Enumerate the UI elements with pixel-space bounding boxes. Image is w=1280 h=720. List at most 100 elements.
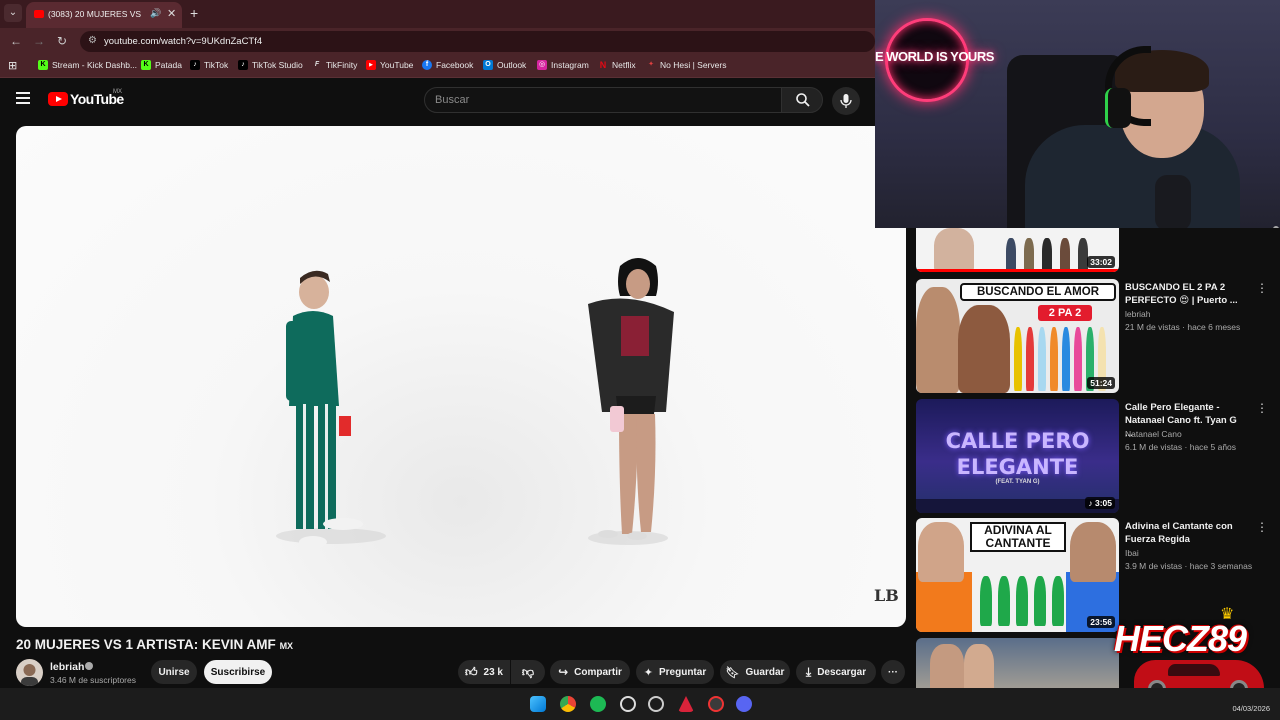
tab-search-chevron-icon[interactable]: ⌄: [4, 4, 22, 22]
video-player[interactable]: LB: [16, 126, 906, 627]
video-thumbnail[interactable]: ADIVINA AL CANTANTE 23:56: [916, 518, 1119, 632]
hamburger-menu-icon[interactable]: [16, 92, 30, 104]
recommendation-channel[interactable]: Ibai: [1125, 548, 1139, 558]
thumbnail-person: [1042, 238, 1052, 272]
title-region-tag: MX: [279, 641, 294, 651]
like-button[interactable]: 👍︎ 23 k: [458, 660, 510, 684]
forward-arrow-icon[interactable]: →: [33, 34, 45, 48]
bookmark-item[interactable]: K Patada: [141, 60, 182, 70]
kick-icon: K: [141, 60, 151, 70]
search-input[interactable]: [424, 87, 782, 113]
thumbnail-person: [934, 228, 974, 272]
more-vertical-icon[interactable]: ⋮: [1256, 281, 1268, 295]
windows-taskbar: 04/03/2026: [0, 688, 1280, 720]
bookmark-item[interactable]: ♪ TikTok Studio: [238, 60, 303, 70]
thumbnail-person: [1050, 327, 1058, 391]
microphone-icon: [840, 94, 852, 108]
discord-icon[interactable]: [736, 696, 752, 712]
more-vertical-icon[interactable]: ⋮: [1256, 520, 1268, 534]
thumbnail-person: [1062, 327, 1070, 391]
channel-watermark-icon[interactable]: LB: [874, 586, 899, 605]
bookmark-item[interactable]: f Facebook: [422, 60, 473, 70]
recommendation-title[interactable]: Adivina el Cantante con Fuerza Regida: [1125, 520, 1247, 546]
recommendation-channel[interactable]: Natanael Cano: [1125, 429, 1182, 439]
youtube-logo-icon[interactable]: [48, 92, 68, 106]
site-info-icon[interactable]: ⚙: [88, 35, 97, 46]
ask-button[interactable]: ✦ Preguntar: [636, 660, 714, 684]
bookmark-item[interactable]: ◎ Instagram: [537, 60, 589, 70]
recommendation-item[interactable]: BUSCANDO EL AMOR 2 PA 2 51:24 BUSCANDO E…: [916, 279, 1276, 393]
steam-icon[interactable]: [620, 696, 636, 712]
bookmark-icon: 🔖︎: [725, 666, 740, 679]
thumbnail-person: [980, 576, 992, 626]
thumbnail-person: [1014, 327, 1022, 391]
recommendation-item[interactable]: 33:02: [916, 228, 1276, 272]
thumbnail-person: [1016, 576, 1028, 626]
bookmark-item[interactable]: O Outlook: [483, 60, 526, 70]
bookmark-item[interactable]: ▶ YouTube: [366, 60, 413, 70]
browser-toolbar: ← → ↻ ⚙ youtube.com/watch?v=9UKdnZaCTf4: [0, 28, 875, 55]
address-bar[interactable]: ⚙ youtube.com/watch?v=9UKdnZaCTf4: [80, 31, 875, 52]
recommendation-item[interactable]: CALLE PERO ELEGANTE (FEAT. TYAN G) ♪ 3:0…: [916, 399, 1276, 513]
bookmark-item[interactable]: F TikFinity: [312, 60, 357, 70]
thumbs-up-icon: 👍︎: [464, 664, 478, 679]
new-tab-button[interactable]: +: [190, 5, 198, 21]
search-button[interactable]: [781, 87, 823, 113]
share-button[interactable]: ↪ Compartir: [550, 660, 630, 684]
bookmark-item[interactable]: ♪ TikTok: [190, 60, 228, 70]
obs-icon[interactable]: [708, 696, 724, 712]
thumbs-down-icon: 👎︎: [521, 664, 535, 679]
thumbnail-caption: BUSCANDO EL AMOR: [960, 283, 1116, 301]
thumbnail-person: [930, 644, 964, 688]
region-code: MX: [113, 89, 122, 95]
outlook-icon: O: [483, 60, 493, 70]
video-duration: 33:02: [1087, 256, 1115, 268]
clock-icon[interactable]: [648, 696, 664, 712]
back-arrow-icon[interactable]: ←: [10, 34, 22, 48]
thumbnail-person: [1026, 327, 1034, 391]
video-duration: 51:24: [1087, 377, 1115, 389]
url-text[interactable]: youtube.com/watch?v=9UKdnZaCTf4: [104, 36, 262, 47]
bookmark-item[interactable]: K Stream - Kick Dashb...: [38, 60, 137, 70]
more-actions-button[interactable]: ···: [881, 660, 905, 684]
bookmark-item[interactable]: ✦ No Hesi | Servers: [646, 60, 726, 70]
bookmark-item[interactable]: N Netflix: [598, 60, 636, 70]
channel-name[interactable]: lebriah: [50, 661, 84, 673]
thumbnail-person: [1024, 238, 1034, 272]
recommendation-channel[interactable]: lebriah: [1125, 309, 1151, 319]
video-thumbnail[interactable]: [916, 638, 1119, 688]
thumbnail-person: [964, 644, 994, 688]
riot-icon[interactable]: [678, 696, 694, 712]
tab-close-icon[interactable]: ✕: [167, 7, 176, 20]
subscribe-button[interactable]: Suscribirse: [204, 660, 272, 684]
browser-tab-active[interactable]: (3083) 20 MUJERES VS 1 AR 🔊 ✕: [26, 2, 182, 28]
save-button[interactable]: 🔖︎ Guardar: [720, 660, 790, 684]
apps-grid-icon[interactable]: ⊞: [8, 59, 17, 72]
thumbnail-person: [918, 522, 964, 582]
dislike-button[interactable]: 👎︎: [511, 660, 545, 684]
video-duration: ♪ 3:05: [1085, 497, 1115, 509]
spotify-icon[interactable]: [590, 696, 606, 712]
tab-audio-icon[interactable]: 🔊: [150, 8, 161, 19]
reload-icon[interactable]: ↻: [57, 34, 67, 48]
thumbnail-caption: (FEAT. TYAN G): [995, 479, 1040, 485]
channel-avatar[interactable]: [16, 659, 43, 686]
download-button[interactable]: ⤓ Descargar: [796, 660, 876, 684]
recommendation-meta: 21 M de vistas · hace 6 meses: [1125, 322, 1241, 332]
thumbnail-person: [958, 305, 1010, 393]
scrollbar-thumb-icon[interactable]: [1273, 226, 1279, 228]
windows-start-icon[interactable]: [530, 696, 546, 712]
thumbnail-person: [916, 287, 960, 393]
join-button[interactable]: Unirse: [151, 660, 197, 684]
more-horizontal-icon: ···: [888, 666, 898, 678]
video-thumbnail[interactable]: BUSCANDO EL AMOR 2 PA 2 51:24: [916, 279, 1119, 393]
chrome-icon[interactable]: [560, 696, 576, 712]
more-vertical-icon[interactable]: ⋮: [1256, 401, 1268, 415]
netflix-icon: N: [599, 60, 607, 70]
recommendation-title[interactable]: BUSCANDO EL 2 PA 2 PERFECTO 😍 | Puerto .…: [1125, 281, 1247, 307]
sparkle-icon: ✦: [643, 666, 653, 679]
thumbnail-person: [998, 576, 1010, 626]
video-thumbnail[interactable]: 33:02: [916, 228, 1119, 272]
video-thumbnail[interactable]: CALLE PERO ELEGANTE (FEAT. TYAN G) ♪ 3:0…: [916, 399, 1119, 513]
voice-search-button[interactable]: [832, 87, 860, 115]
